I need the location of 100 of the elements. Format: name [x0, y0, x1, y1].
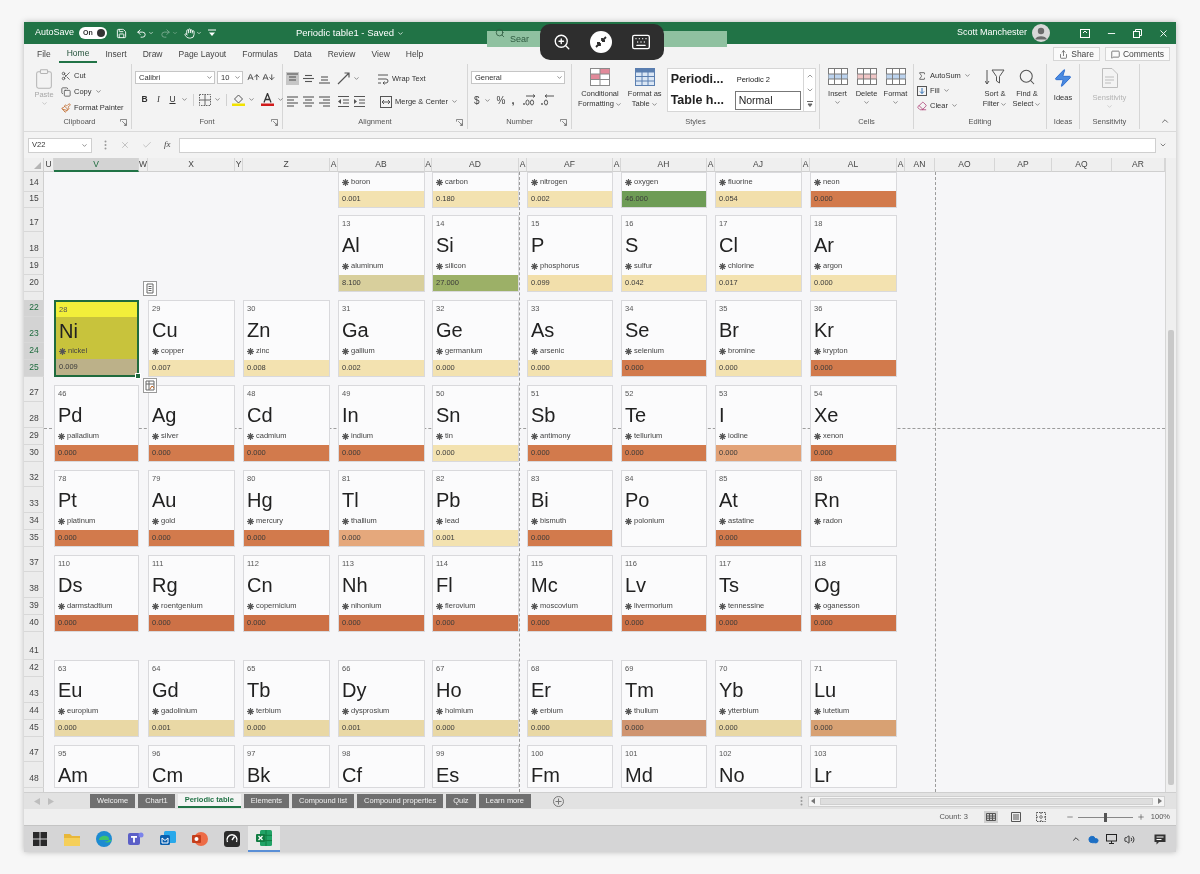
save-icon[interactable] — [116, 27, 128, 39]
add-sheet-icon[interactable] — [552, 795, 564, 807]
dialog-launcher-icon[interactable] — [456, 119, 463, 126]
ribbon-tab[interactable]: Review — [319, 45, 364, 63]
percent-button[interactable]: % — [496, 92, 506, 108]
row-header[interactable]: 41 — [24, 632, 44, 660]
element-symbol: Ar — [814, 234, 834, 255]
row-header[interactable]: 20 — [24, 275, 44, 292]
ribbon-tab[interactable]: Insert — [97, 45, 135, 63]
collapse-ribbon-icon[interactable] — [1160, 116, 1170, 126]
font-color-icon[interactable] — [261, 93, 274, 106]
row-header[interactable]: 45 — [24, 720, 44, 737]
chart-table-icon[interactable] — [143, 378, 157, 393]
row-header[interactable]: 34 — [24, 513, 44, 530]
cell-style-item[interactable]: Normal — [734, 91, 801, 110]
scroll-left-icon[interactable] — [811, 798, 815, 804]
diagonal-arrow-icon[interactable] — [337, 72, 350, 85]
row-header[interactable]: 48 — [24, 762, 44, 788]
dialog-launcher-icon[interactable] — [120, 119, 127, 126]
increase-decimal-icon[interactable] — [522, 94, 537, 107]
row-header[interactable]: 38 — [24, 572, 44, 598]
decrease-decimal-icon[interactable] — [540, 94, 555, 107]
dialog-launcher-icon[interactable] — [271, 119, 278, 126]
align-right-icon[interactable] — [318, 95, 331, 108]
ribbon-tab[interactable]: Draw — [134, 45, 171, 63]
dialog-launcher-icon[interactable] — [560, 119, 567, 126]
row-header[interactable]: 30 — [24, 445, 44, 462]
row-header[interactable]: 23 — [24, 317, 44, 343]
scroll-down-icon[interactable] — [805, 86, 814, 94]
comma-button[interactable]: , — [509, 92, 517, 109]
row-header[interactable]: 27 — [24, 385, 44, 402]
fill-handle-icon[interactable] — [135, 373, 141, 379]
align-left-icon[interactable] — [286, 95, 299, 108]
decrease-indent-icon[interactable] — [337, 95, 350, 108]
cell-style-item[interactable]: Periodi... — [667, 69, 734, 90]
row-header[interactable]: 32 — [24, 470, 44, 487]
row-header[interactable]: 15 — [24, 192, 44, 208]
scroll-up-icon[interactable] — [805, 72, 814, 80]
search-icon — [1018, 68, 1036, 86]
bold-button[interactable]: B — [139, 93, 150, 106]
chevron-up-icon[interactable] — [1071, 834, 1081, 844]
ribbon-tab[interactable]: Formulas — [234, 45, 286, 63]
row-header[interactable]: 42 — [24, 660, 44, 677]
row-header[interactable]: 25 — [24, 360, 44, 377]
row-header[interactable]: 29 — [24, 428, 44, 445]
currency-button[interactable]: $ — [474, 92, 480, 108]
cell-style-item[interactable]: Table h... — [667, 90, 734, 111]
row-header[interactable]: 22 — [24, 300, 44, 317]
element-symbol: Cd — [247, 404, 273, 425]
row-header[interactable]: 40 — [24, 615, 44, 632]
zoom-in-icon[interactable] — [553, 33, 571, 51]
expand-gallery-icon[interactable] — [805, 100, 814, 108]
message-icon[interactable] — [1154, 833, 1166, 845]
swirl-circle-icon — [96, 831, 112, 847]
ribbon-tab[interactable]: File — [29, 45, 59, 63]
ribbon-tab[interactable]: Page Layout — [170, 45, 235, 63]
italic-button[interactable]: I — [153, 93, 164, 106]
fill-color-icon[interactable] — [232, 93, 245, 106]
row-header[interactable]: 17 — [24, 215, 44, 232]
row-header[interactable]: 24 — [24, 343, 44, 360]
gear-icon — [152, 347, 159, 355]
row-header[interactable]: 19 — [24, 258, 44, 275]
list-document-icon[interactable] — [143, 281, 157, 296]
row-header[interactable]: 44 — [24, 703, 44, 720]
align-center-icon[interactable] — [302, 95, 315, 108]
ribbon-tab[interactable]: Data — [285, 45, 320, 63]
align-middle-icon[interactable] — [302, 72, 315, 85]
insert-function-button[interactable]: fx — [164, 138, 171, 152]
undo-icon[interactable] — [136, 27, 148, 39]
x-tile-icon — [256, 830, 272, 846]
scroll-right-icon[interactable] — [1158, 798, 1162, 804]
comments-button[interactable]: Comments — [1104, 47, 1170, 61]
increase-indent-icon[interactable] — [353, 95, 366, 108]
row-header[interactable]: 39 — [24, 598, 44, 615]
slider-thumb[interactable] — [1103, 812, 1107, 822]
grid-view-icon[interactable] — [983, 811, 998, 823]
row-header[interactable]: 47 — [24, 745, 44, 762]
row-header[interactable]: 33 — [24, 487, 44, 513]
speaker-icon[interactable] — [1124, 833, 1135, 845]
row-header[interactable]: 14 — [24, 172, 44, 192]
ribbon-tab[interactable]: Help — [397, 45, 432, 63]
row-header[interactable]: 28 — [24, 402, 44, 428]
row-header[interactable]: 43 — [24, 677, 44, 703]
hand-icon[interactable] — [184, 27, 196, 39]
page-break-icon[interactable] — [1033, 811, 1048, 823]
ribbon-tab[interactable]: View — [363, 45, 398, 63]
underline-button[interactable]: U — [167, 93, 178, 106]
page-layout-icon[interactable] — [1008, 811, 1023, 823]
column-header[interactable]: V — [54, 158, 139, 172]
row-header[interactable]: 18 — [24, 232, 44, 258]
keyboard-icon[interactable] — [631, 32, 651, 52]
row-header[interactable]: 35 — [24, 530, 44, 547]
share-button[interactable]: Share — [1053, 47, 1100, 61]
collapse-arrows-icon[interactable] — [590, 31, 612, 53]
formula-input[interactable] — [178, 137, 1156, 153]
customize-toolbar-icon[interactable] — [208, 29, 217, 37]
monitor-icon[interactable] — [1106, 834, 1117, 844]
row-header[interactable]: 37 — [24, 555, 44, 572]
cloud-icon[interactable] — [1088, 833, 1099, 845]
borders-icon[interactable] — [199, 93, 211, 106]
